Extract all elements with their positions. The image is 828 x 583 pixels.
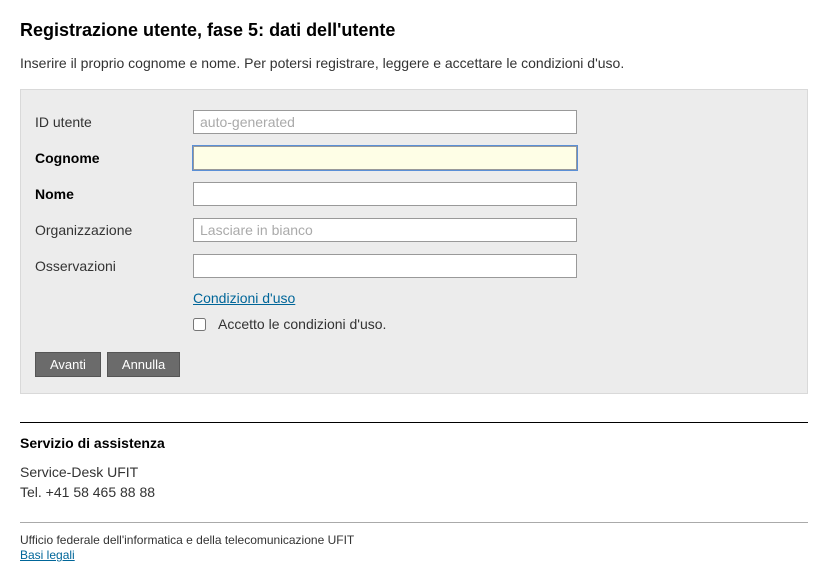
divider (20, 422, 808, 423)
input-osservazioni[interactable] (193, 254, 577, 278)
assistance-title: Servizio di assistenza (20, 435, 808, 451)
accept-checkbox[interactable] (193, 318, 206, 331)
label-id-utente: ID utente (35, 114, 193, 130)
label-osservazioni: Osservazioni (35, 258, 193, 274)
footer-org: Ufficio federale dell'informatica e dell… (20, 533, 808, 547)
label-cognome: Cognome (35, 150, 193, 166)
input-organizzazione[interactable] (193, 218, 577, 242)
input-id-utente[interactable] (193, 110, 577, 134)
input-nome[interactable] (193, 182, 577, 206)
assistance-line2: Tel. +41 58 465 88 88 (20, 483, 808, 503)
form-panel: ID utente Cognome Nome Organizzazione Os… (20, 89, 808, 394)
page-title: Registrazione utente, fase 5: dati dell'… (20, 20, 808, 41)
footer-legal-link[interactable]: Basi legali (20, 548, 75, 562)
divider-footer (20, 522, 808, 523)
accept-label[interactable]: Accetto le condizioni d'uso. (218, 316, 386, 332)
label-nome: Nome (35, 186, 193, 202)
assistance-line1: Service-Desk UFIT (20, 463, 808, 483)
input-cognome[interactable] (193, 146, 577, 170)
terms-link[interactable]: Condizioni d'uso (193, 290, 295, 306)
cancel-button[interactable]: Annulla (107, 352, 180, 377)
intro-text: Inserire il proprio cognome e nome. Per … (20, 55, 808, 71)
label-organizzazione: Organizzazione (35, 222, 193, 238)
next-button[interactable]: Avanti (35, 352, 101, 377)
